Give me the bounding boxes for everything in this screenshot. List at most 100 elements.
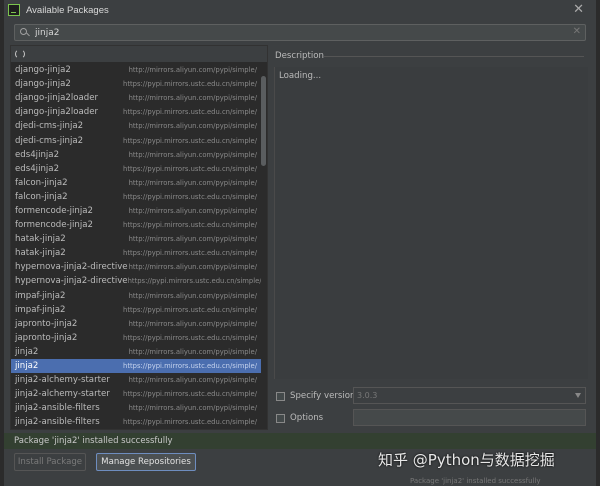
- package-row[interactable]: hatak-jinja2 http://mirrors.aliyun.com/py…: [11, 232, 261, 246]
- clear-search-icon[interactable]: ✕: [573, 26, 581, 37]
- package-name: falcon-jinja2: [15, 191, 68, 202]
- search-box[interactable]: ✕: [14, 24, 586, 41]
- specify-version-row: Specify version: [276, 391, 355, 401]
- package-name: django-jinja2: [15, 65, 71, 76]
- package-row[interactable]: impaf-jinja2 https://pypi.mirrors.ustc.ed…: [11, 303, 261, 317]
- package-name: jinja2-alchemy-starter: [15, 375, 110, 386]
- package-repository: http://mirrors.aliyun.com/pypi/simple/: [128, 150, 257, 159]
- package-name: django-jinja2: [15, 79, 71, 90]
- status-message: Package 'jinja2' installed successfully: [14, 436, 173, 446]
- package-repository: https://pypi.mirrors.ustc.edu.cn/simple/: [123, 249, 257, 258]
- close-icon[interactable]: ✕: [573, 3, 584, 17]
- chevron-down-icon: [575, 393, 581, 398]
- version-value: 3.0.3: [357, 391, 378, 400]
- package-name: hatak-jinja2: [15, 248, 66, 259]
- package-row[interactable]: eds4jinja2 https://pypi.mirrors.ustc.edu.…: [11, 162, 261, 176]
- package-row[interactable]: jinja2 http://mirrors.aliyun.com/pypi/sim…: [11, 345, 261, 359]
- package-row[interactable]: jinja2-alchemy-starter https://pypi.mirro…: [11, 387, 261, 401]
- package-repository: http://mirrors.aliyun.com/pypi/simple/: [128, 235, 257, 244]
- package-row[interactable]: django-jinja2 http://mirrors.aliyun.com/p…: [11, 63, 261, 77]
- package-row[interactable]: formencode-jinja2 http://mirrors.aliyun.c…: [11, 204, 261, 218]
- package-repository: http://mirrors.aliyun.com/pypi/simple/: [128, 376, 257, 385]
- window-title: Available Packages: [26, 4, 109, 16]
- specify-version-checkbox[interactable]: [276, 391, 285, 401]
- package-name: django-jinja2loader: [15, 93, 99, 104]
- package-repository: https://pypi.mirrors.ustc.edu.cn/simple/: [123, 108, 257, 117]
- options-input[interactable]: [353, 409, 586, 426]
- package-name: hatak-jinja2: [15, 234, 66, 245]
- background-status-text: Package 'jinja2' installed successfully: [410, 477, 541, 485]
- package-repository: http://mirrors.aliyun.com/pypi/simple/: [128, 178, 257, 187]
- package-name: djedi-cms-jinja2: [15, 121, 84, 132]
- list-toolbar: [11, 46, 267, 62]
- package-row[interactable]: jinja2-ansible-filters http://mirrors.ali…: [11, 401, 261, 415]
- package-row[interactable]: django-jinja2loader http://mirrors.aliyun…: [11, 91, 261, 105]
- package-repository: http://mirrors.aliyun.com/pypi/simple/: [128, 206, 257, 215]
- package-row[interactable]: jinja2-ansible-filters https://pypi.mirro…: [11, 415, 261, 429]
- description-divider: [324, 56, 584, 57]
- package-row[interactable]: falcon-jinja2 https://pypi.mirrors.ustc.e…: [11, 190, 261, 204]
- package-repository: https://pypi.mirrors.ustc.edu.cn/simple/: [123, 192, 257, 201]
- package-name: djedi-cms-jinja2: [15, 135, 84, 146]
- pycharm-icon: [8, 4, 20, 16]
- description-pane: Description Loading...: [272, 45, 590, 385]
- package-name: impaf-jinja2: [15, 290, 66, 301]
- package-name: jinja2-ansible-filters: [15, 403, 100, 414]
- search-input[interactable]: [35, 27, 555, 38]
- package-row[interactable]: django-jinja2 https://pypi.mirrors.ustc.e…: [11, 77, 261, 91]
- options-checkbox[interactable]: [276, 413, 285, 423]
- description-label: Description: [275, 51, 324, 61]
- package-name: jinja2-ansible-filters: [15, 417, 100, 428]
- package-list[interactable]: django-jinja2 http://mirrors.aliyun.com/p…: [11, 63, 261, 431]
- package-repository: https://pypi.mirrors.ustc.edu.cn/simple/: [123, 418, 257, 427]
- description-content: Loading...: [274, 67, 588, 379]
- description-loading-text: Loading...: [279, 71, 322, 81]
- title-bar: Available Packages ✕: [4, 0, 596, 20]
- package-name: japronto-jinja2: [15, 332, 78, 343]
- package-repository: https://pypi.mirrors.ustc.edu.cn/simple/: [123, 136, 257, 145]
- version-select[interactable]: 3.0.3: [353, 387, 586, 404]
- options-row: Options: [276, 413, 323, 423]
- package-repository: https://pypi.mirrors.ustc.edu.cn/simple/: [123, 221, 257, 230]
- package-row[interactable]: hypernova-jinja2-directive http://mirrors…: [11, 260, 261, 274]
- package-row[interactable]: formencode-jinja2 https://pypi.mirrors.us…: [11, 218, 261, 232]
- list-scrollbar[interactable]: [261, 76, 266, 166]
- package-row[interactable]: djedi-cms-jinja2 http://mirrors.aliyun.co…: [11, 119, 261, 133]
- status-bar: Package 'jinja2' installed successfully: [4, 433, 596, 449]
- package-row[interactable]: hypernova-jinja2-directive https://pypi.m…: [11, 274, 261, 288]
- package-name: django-jinja2loader: [15, 107, 99, 118]
- package-repository: http://mirrors.aliyun.com/pypi/simple/: [128, 122, 257, 131]
- package-name: eds4jinja2: [15, 163, 60, 174]
- package-repository: http://mirrors.aliyun.com/pypi/simple/: [128, 404, 257, 413]
- package-list-pane: django-jinja2 http://mirrors.aliyun.com/p…: [10, 45, 268, 430]
- package-repository: http://mirrors.aliyun.com/pypi/simple/: [128, 94, 257, 103]
- package-row[interactable]: jinja2-alchemy-starter http://mirrors.ali…: [11, 373, 261, 387]
- package-row[interactable]: hatak-jinja2 https://pypi.mirrors.ustc.ed…: [11, 246, 261, 260]
- package-repository: http://mirrors.aliyun.com/pypi/simple/: [128, 263, 257, 272]
- package-row[interactable]: japronto-jinja2 https://pypi.mirrors.ustc…: [11, 331, 261, 345]
- package-row[interactable]: impaf-jinja2 http://mirrors.aliyun.com/py…: [11, 289, 261, 303]
- package-repository: https://pypi.mirrors.ustc.edu.cn/simple/: [123, 333, 257, 342]
- package-row[interactable]: django-jinja2loader https://pypi.mirrors.…: [11, 105, 261, 119]
- package-repository: https://pypi.mirrors.ustc.edu.cn/simple/: [123, 362, 257, 371]
- package-name: falcon-jinja2: [15, 177, 68, 188]
- manage-repositories-button[interactable]: Manage Repositories: [96, 453, 196, 471]
- package-row[interactable]: falcon-jinja2 http://mirrors.aliyun.com/p…: [11, 176, 261, 190]
- search-icon: [19, 27, 33, 39]
- package-name: eds4jinja2: [15, 149, 60, 160]
- package-row[interactable]: japronto-jinja2 http://mirrors.aliyun.com…: [11, 317, 261, 331]
- options-label: Options: [290, 413, 324, 423]
- specify-version-label: Specify version: [290, 391, 356, 401]
- package-name: hypernova-jinja2-directive: [15, 276, 128, 287]
- package-row[interactable]: djedi-cms-jinja2 https://pypi.mirrors.ust…: [11, 133, 261, 147]
- package-row[interactable]: jinja2 https://pypi.mirrors.ustc.edu.cn/s…: [11, 358, 261, 374]
- install-package-button[interactable]: Install Package: [14, 453, 86, 471]
- package-repository: https://pypi.mirrors.ustc.edu.cn/simple/: [123, 390, 257, 399]
- package-row[interactable]: eds4jinja2 http://mirrors.aliyun.com/pypi…: [11, 148, 261, 162]
- package-name: formencode-jinja2: [15, 220, 93, 231]
- package-repository: https://pypi.mirrors.ustc.edu.cn/simple/: [127, 277, 261, 286]
- package-repository: http://mirrors.aliyun.com/pypi/simple/: [128, 291, 257, 300]
- package-repository: http://mirrors.aliyun.com/pypi/simple/: [128, 319, 257, 328]
- package-name: jinja2-alchemy-starter: [15, 389, 110, 400]
- refresh-icon[interactable]: [15, 49, 25, 59]
